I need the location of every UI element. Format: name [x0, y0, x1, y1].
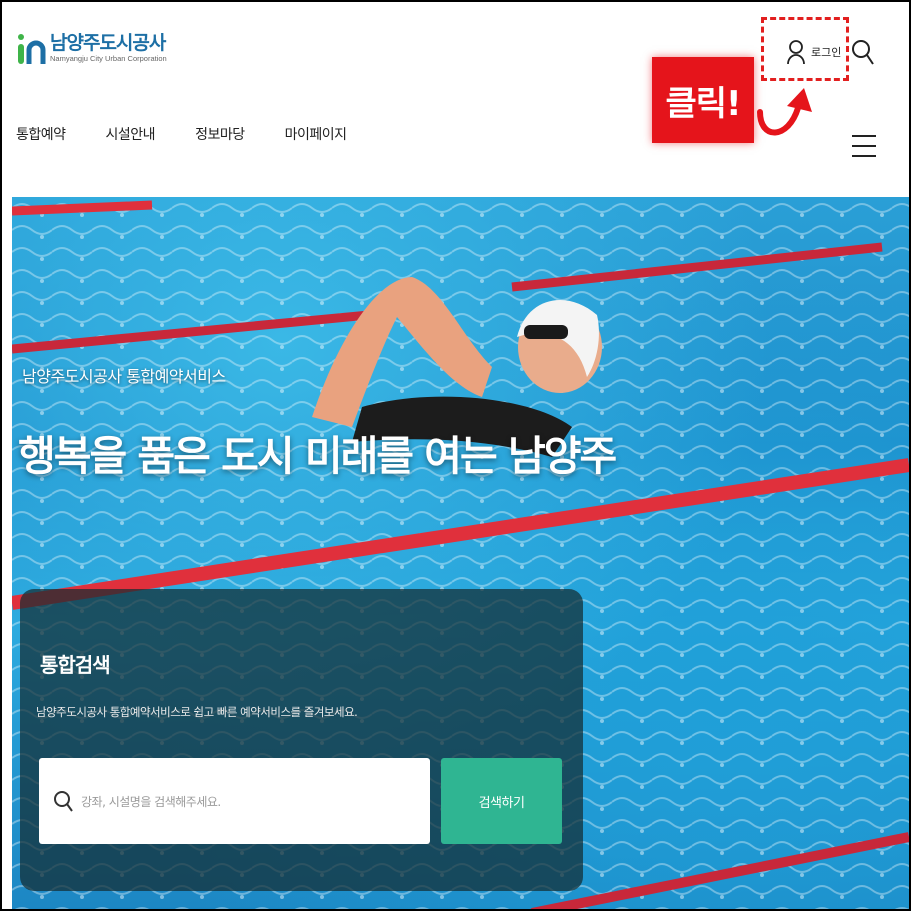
site-header: 남양주도시공사 Namyangju City Urban Corporation… — [2, 2, 909, 197]
click-annotation-label: 클릭! — [665, 83, 741, 124]
hamburger-menu-icon[interactable] — [852, 135, 876, 161]
search-input[interactable]: 강좌, 시설명을 검색해주세요. — [39, 758, 430, 844]
logo-subtitle: Namyangju City Urban Corporation — [50, 54, 167, 63]
site-logo[interactable]: 남양주도시공사 Namyangju City Urban Corporation — [16, 24, 216, 84]
search-panel-title: 통합검색 — [40, 653, 111, 677]
search-submit-button[interactable]: 검색하기 — [441, 758, 562, 844]
nav-item-mypage[interactable]: 마이페이지 — [285, 124, 347, 144]
search-field-icon — [54, 791, 73, 812]
hero-subtitle: 남양주도시공사 통합예약서비스 — [22, 367, 226, 386]
click-annotation: 클릭! — [652, 57, 754, 143]
nav-item-facility[interactable]: 시설안내 — [106, 124, 156, 144]
nav-item-reservation[interactable]: 통합예약 — [16, 124, 66, 144]
logo-name: 남양주도시공사 — [50, 32, 166, 54]
highlight-box — [761, 17, 849, 81]
logo-mark-icon — [18, 34, 46, 64]
hero-title: 행복을 품은 도시 미래를 여는 남양주 — [18, 432, 617, 480]
search-icon[interactable] — [851, 38, 875, 66]
search-placeholder: 강좌, 시설명을 검색해주세요. — [81, 794, 221, 809]
hero-banner: 남양주도시공사 통합예약서비스 행복을 품은 도시 미래를 여는 남양주 통합검… — [12, 197, 909, 909]
search-panel-description: 남양주도시공사 통합예약서비스로 쉽고 빠른 예약서비스를 즐겨보세요. — [36, 705, 358, 719]
nav-item-info[interactable]: 정보마당 — [195, 124, 245, 144]
search-panel: 통합검색 남양주도시공사 통합예약서비스로 쉽고 빠른 예약서비스를 즐겨보세요… — [20, 589, 583, 891]
main-nav: 통합예약 시설안내 정보마당 마이페이지 — [16, 124, 347, 144]
browser-frame: 남양주도시공사 Namyangju City Urban Corporation… — [0, 0, 911, 911]
curved-arrow-icon — [757, 88, 812, 136]
